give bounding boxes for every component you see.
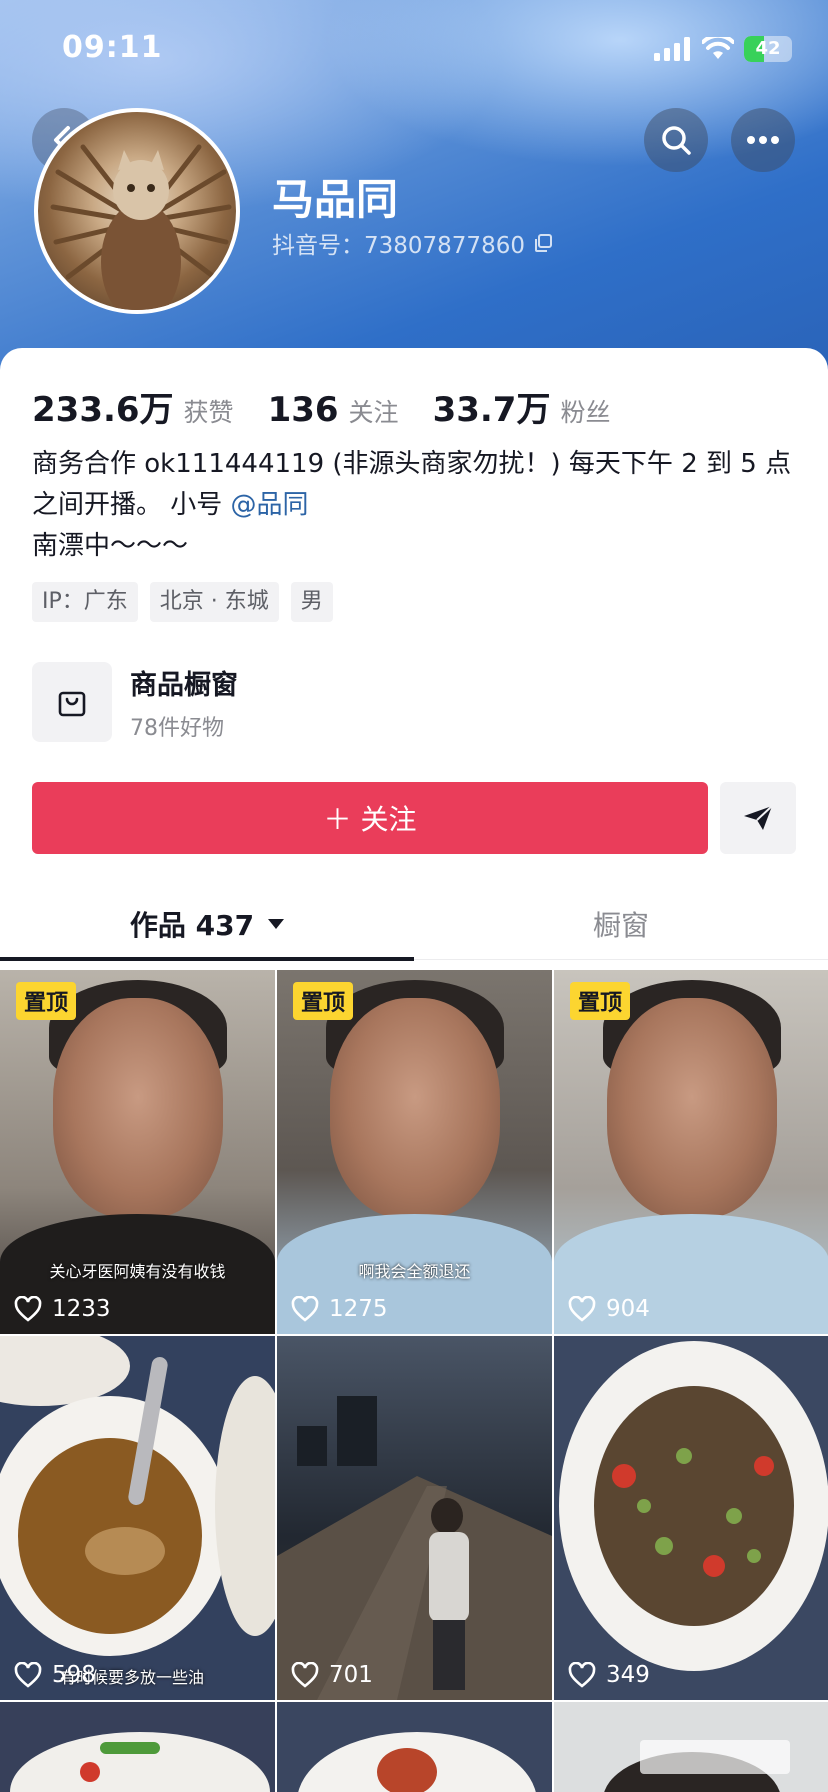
shop-window-entry[interactable]: 商品橱窗 78件好物: [32, 662, 238, 742]
caret-down-icon: [268, 919, 285, 929]
like-count: 349: [606, 1662, 650, 1688]
tag-ip: IP：广东: [32, 582, 138, 622]
thumbnail-food-dish: [554, 1336, 828, 1700]
video-likes: 904: [568, 1296, 650, 1322]
stat-followers[interactable]: 33.7万 粉丝: [433, 382, 611, 431]
bio-text: 之间开播。 小号: [32, 490, 231, 520]
tab-works-label: 作品 437: [129, 909, 255, 942]
video-likes: 349: [568, 1662, 650, 1688]
like-count: 598: [52, 1662, 96, 1688]
thumbnail-face: [329, 998, 500, 1219]
video-likes: 701: [291, 1662, 373, 1688]
content-tabs: 作品 437 橱窗: [0, 888, 828, 961]
stat-likes[interactable]: 233.6万 获赞: [32, 382, 234, 431]
stat-value: 33.7万: [432, 390, 551, 430]
copy-icon[interactable]: [533, 233, 553, 253]
like-count: 1233: [52, 1296, 111, 1322]
heart-icon: [14, 1296, 42, 1322]
status-bar: 09:11 42: [0, 0, 828, 100]
like-count: 1275: [329, 1296, 388, 1322]
video-likes: 1275: [291, 1296, 388, 1322]
avatar[interactable]: [34, 108, 240, 314]
stat-label: 粉丝: [560, 398, 611, 427]
tab-showcase-label: 橱窗: [592, 909, 649, 942]
battery-indicator: 42: [744, 36, 792, 62]
video-thumbnail[interactable]: 有时候要多放一些油 598: [0, 1336, 275, 1700]
video-likes: 598: [14, 1662, 96, 1688]
avatar-image: [50, 144, 232, 310]
video-thumbnail[interactable]: [277, 1702, 552, 1792]
bio-mention-link[interactable]: @品同: [231, 490, 309, 520]
profile-tags: IP：广东 北京 · 东城 男: [32, 582, 333, 622]
stat-following[interactable]: 136 关注: [268, 390, 399, 430]
video-caption: 关心牙医阿姨有没有收钱: [49, 1262, 226, 1281]
heart-icon: [14, 1662, 42, 1688]
shopping-bag-icon: [58, 691, 86, 717]
watermark-overlay: [640, 1740, 790, 1774]
status-icons: 42: [654, 36, 792, 62]
wifi-icon: [702, 37, 734, 59]
profile-card: 233.6万 获赞 136 关注 33.7万 粉丝 商务合作 ok1114441…: [0, 348, 828, 1792]
send-icon: [744, 805, 773, 830]
thumbnail-face: [606, 998, 777, 1219]
thumbnail-night-walkway: [277, 1396, 552, 1700]
heart-icon: [568, 1296, 596, 1322]
profile-stats: 233.6万 获赞 136 关注 33.7万 粉丝: [32, 382, 644, 431]
bio-line: 商务合作 ok111444119 (非源头商家勿扰！) 每天下午 2 到 5 点: [32, 449, 792, 479]
battery-percent: 42: [755, 38, 781, 59]
thumbnail-food-soup: [0, 1336, 275, 1700]
share-button[interactable]: [720, 782, 796, 854]
pinned-badge: 置顶: [570, 982, 631, 1020]
tab-active-indicator: [0, 957, 414, 961]
follow-button[interactable]: ＋ 关注: [32, 782, 708, 854]
heart-icon: [291, 1662, 319, 1688]
bio-line: 之间开播。 小号 @品同: [32, 485, 802, 526]
more-button[interactable]: [731, 108, 795, 172]
like-count: 701: [329, 1662, 373, 1688]
search-icon: [662, 126, 691, 155]
tag-gender: 男: [290, 582, 333, 622]
douyin-id-text: 抖音号：73807877860: [272, 233, 525, 259]
thumbnail-food-plate: [10, 1732, 270, 1792]
profile-nickname: 马品同: [272, 175, 399, 224]
like-count: 904: [606, 1296, 650, 1322]
video-thumbnail[interactable]: 置顶 关心牙医阿姨有没有收钱 1233: [0, 970, 275, 1334]
thumbnail-face: [52, 998, 223, 1219]
video-thumbnail[interactable]: 置顶 904: [554, 970, 828, 1334]
shop-text: 商品橱窗 78件好物: [130, 663, 238, 742]
bio-line: 南漂中～～～: [32, 531, 189, 561]
shop-subtitle: 78件好物: [130, 715, 224, 741]
signal-icon: [654, 37, 690, 61]
shop-title: 商品橱窗: [130, 669, 238, 701]
tag-location: 北京 · 东城: [149, 582, 279, 622]
heart-icon: [568, 1662, 596, 1688]
tab-works[interactable]: 作品 437: [0, 888, 414, 960]
profile-bio: 商务合作 ok111444119 (非源头商家勿扰！) 每天下午 2 到 5 点…: [32, 444, 802, 567]
stat-label: 关注: [348, 398, 399, 427]
douyin-id[interactable]: 抖音号：73807877860: [272, 226, 553, 260]
heart-icon: [291, 1296, 319, 1322]
search-button[interactable]: [644, 108, 708, 172]
video-thumbnail[interactable]: 349: [554, 1336, 828, 1700]
video-thumbnail[interactable]: [0, 1702, 275, 1792]
stat-value: 136: [267, 390, 339, 430]
stat-label: 获赞: [183, 398, 234, 427]
pinned-badge: 置顶: [16, 982, 77, 1020]
tab-showcase[interactable]: 橱窗: [414, 888, 828, 960]
pinned-badge: 置顶: [293, 982, 354, 1020]
status-time: 09:11: [62, 30, 163, 65]
video-thumbnail[interactable]: 置顶 啊我会全额退还 1275: [277, 970, 552, 1334]
more-dots-icon: [747, 136, 779, 144]
stat-value: 233.6万: [32, 390, 174, 430]
video-thumbnail[interactable]: 701: [277, 1336, 552, 1700]
shop-icon-box: [32, 662, 112, 742]
video-likes: 1233: [14, 1296, 111, 1322]
thumbnail-food-bowl: [298, 1732, 536, 1792]
video-caption: 啊我会全额退还: [358, 1262, 471, 1281]
